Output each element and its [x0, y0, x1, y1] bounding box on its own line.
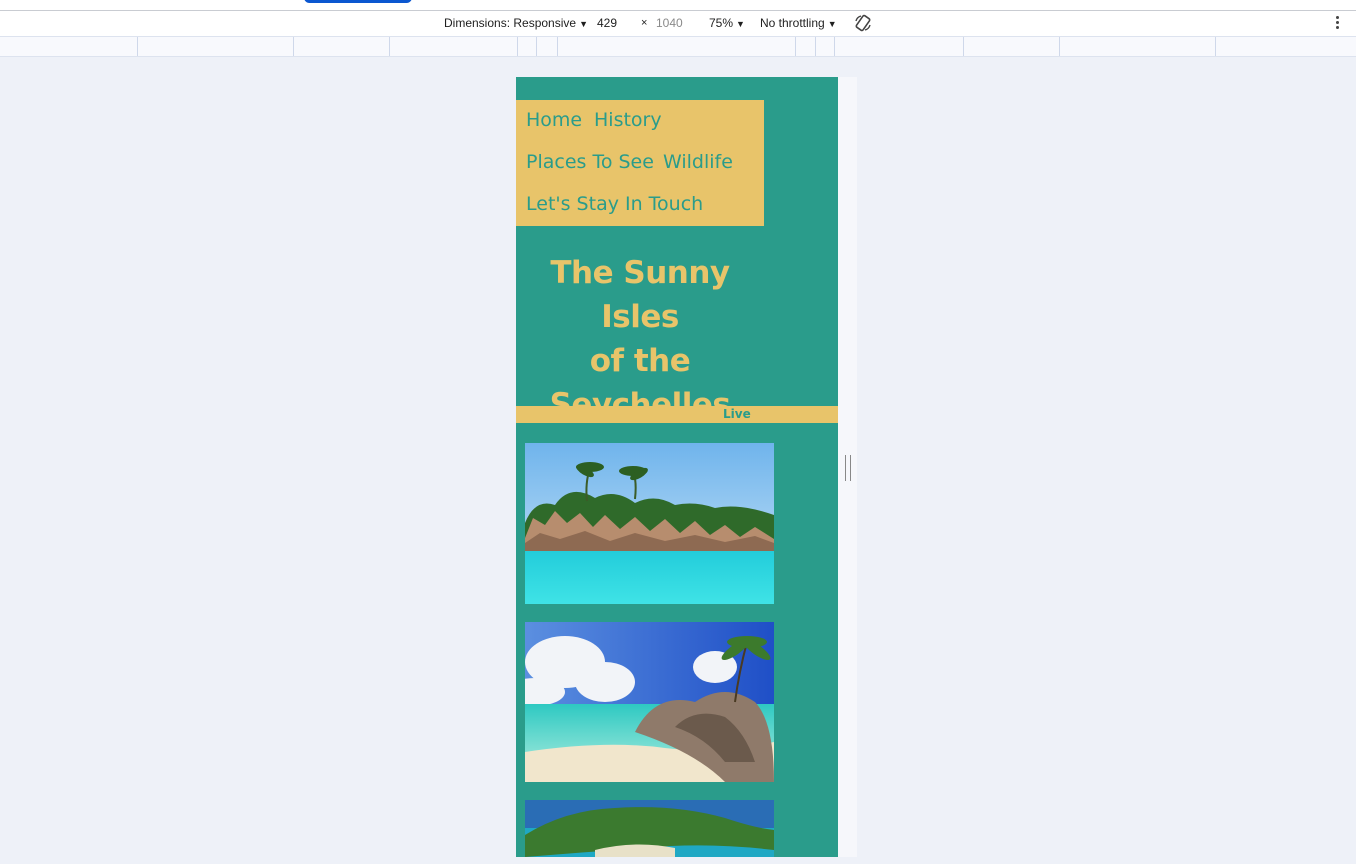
site-nav: Home History Places To See Wildlife Let'…: [516, 100, 764, 226]
media-query-divider: [1215, 37, 1216, 56]
active-tab-indicator[interactable]: [304, 0, 412, 3]
chevron-down-icon: ▼: [736, 19, 745, 29]
zoom-label: 75%: [709, 16, 734, 30]
device-toolbar: Dimensions: Responsive▼ × 75%▼ No thrott…: [0, 11, 1356, 36]
title-line: The Sunny Isles: [550, 255, 730, 335]
rotate-icon[interactable]: [853, 13, 873, 33]
media-query-divider: [815, 37, 816, 56]
title-line: of the: [589, 343, 691, 379]
nav-link-home[interactable]: Home: [526, 109, 582, 131]
live-banner: Live: [516, 406, 838, 423]
more-options-icon[interactable]: [1332, 15, 1342, 31]
media-query-divider: [137, 37, 138, 56]
nav-link-contact[interactable]: Let's Stay In Touch: [526, 193, 703, 215]
green-island-photo: [525, 800, 774, 857]
dimensions-dropdown[interactable]: Dimensions: Responsive ▼: [444, 16, 588, 30]
height-input[interactable]: [652, 14, 698, 32]
media-query-divider: [1059, 37, 1060, 56]
browser-top-edge: [0, 0, 1356, 11]
media-query-divider: [536, 37, 537, 56]
page-title: The Sunny Isles of the Seychelles: [516, 251, 764, 427]
media-query-bar[interactable]: [0, 36, 1356, 57]
media-query-divider: [517, 37, 518, 56]
throttling-dropdown[interactable]: No throttling ▼: [760, 16, 837, 30]
dimensions-label: Dimensions: Responsive: [444, 16, 577, 30]
width-input[interactable]: [593, 14, 636, 32]
nav-link-places[interactable]: Places To See: [526, 151, 654, 173]
resize-handle[interactable]: [845, 455, 851, 481]
live-label: Live: [723, 407, 751, 421]
zoom-dropdown[interactable]: 75% ▼: [709, 16, 745, 30]
device-viewport: Home History Places To See Wildlife Let'…: [516, 77, 838, 857]
island-photo: [525, 443, 774, 604]
media-query-divider: [389, 37, 390, 56]
nav-link-history[interactable]: History: [594, 109, 662, 131]
beach-photo: [525, 622, 774, 782]
chevron-down-icon: ▼: [579, 19, 588, 29]
media-query-divider: [834, 37, 835, 56]
media-query-divider: [557, 37, 558, 56]
media-query-divider: [963, 37, 964, 56]
throttling-label: No throttling: [760, 16, 825, 30]
nav-link-wildlife[interactable]: Wildlife: [663, 151, 733, 173]
chevron-down-icon: ▼: [827, 19, 837, 29]
times-sign: ×: [641, 17, 648, 29]
media-query-divider: [795, 37, 796, 56]
media-query-divider: [293, 37, 294, 56]
